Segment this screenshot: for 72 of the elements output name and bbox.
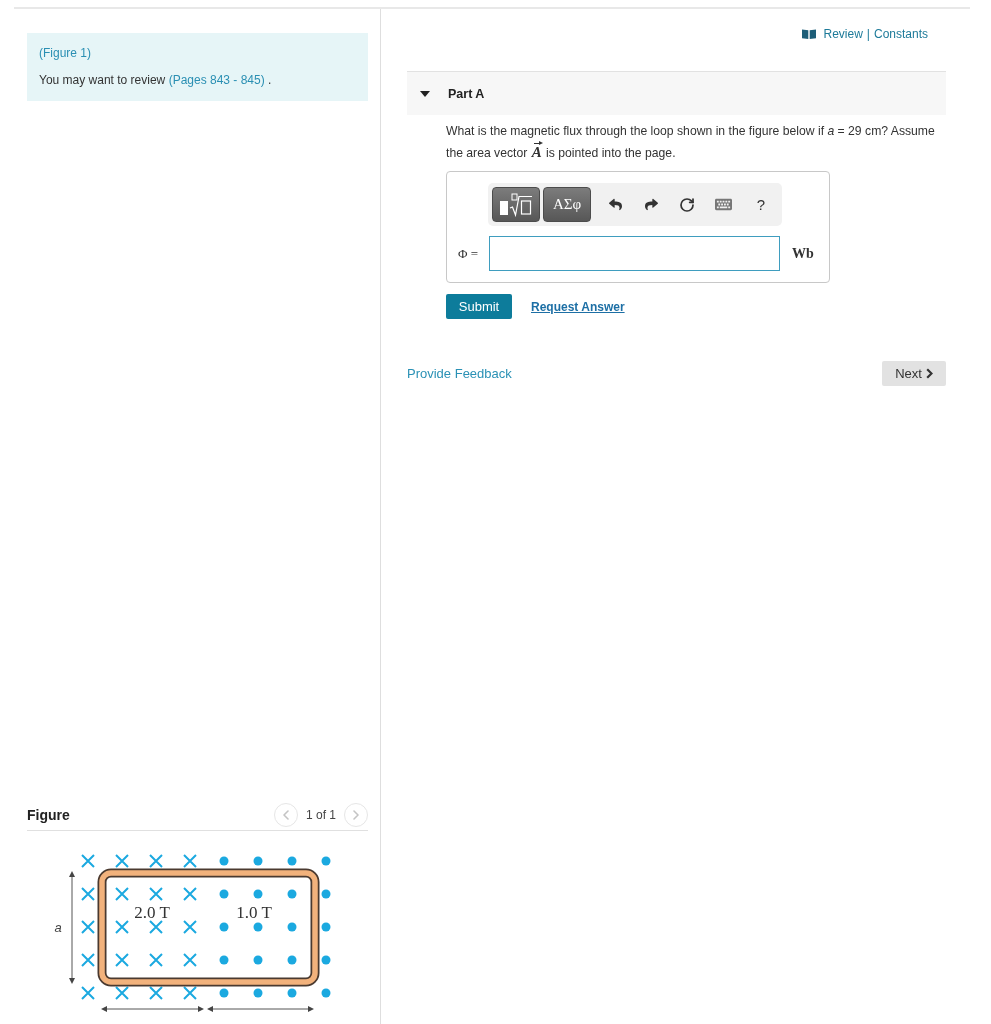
chevron-right-icon bbox=[353, 809, 359, 820]
review-note: You may want to review (Pages 843 - 845) . bbox=[39, 72, 272, 88]
cross-icon bbox=[115, 953, 129, 967]
dot-icon bbox=[287, 955, 297, 965]
figure-link[interactable]: (Figure 1) bbox=[39, 45, 91, 61]
templates-button[interactable] bbox=[492, 187, 540, 222]
dot-icon bbox=[253, 988, 263, 998]
cross-icon bbox=[81, 887, 95, 901]
cross-icon bbox=[81, 920, 95, 934]
request-answer-link[interactable]: Request Answer bbox=[531, 299, 625, 314]
book-icon bbox=[802, 29, 817, 39]
cross-icon bbox=[183, 953, 197, 967]
symbols-button[interactable]: ΑΣφ bbox=[543, 187, 591, 222]
cross-icon bbox=[149, 887, 163, 901]
cross-icon bbox=[115, 854, 129, 868]
figure-title: Figure bbox=[27, 806, 70, 823]
review-link[interactable]: Review bbox=[823, 26, 863, 42]
field-strength-label: 2.0 T bbox=[134, 903, 170, 922]
part-header[interactable]: Part A bbox=[407, 71, 946, 115]
next-button[interactable]: Next bbox=[882, 361, 946, 386]
cross-icon bbox=[183, 986, 197, 1000]
cross-icon bbox=[81, 854, 95, 868]
cross-icon bbox=[115, 920, 129, 934]
dot-icon bbox=[287, 889, 297, 899]
cross-icon bbox=[115, 887, 129, 901]
help-button[interactable]: ? bbox=[741, 187, 781, 222]
dot-icon bbox=[287, 856, 297, 866]
dot-icon bbox=[219, 922, 229, 932]
answer-label: Φ = bbox=[457, 245, 480, 262]
answer-input[interactable] bbox=[489, 236, 780, 271]
dot-icon bbox=[253, 856, 263, 866]
separator-text: | bbox=[866, 26, 870, 42]
reset-icon bbox=[679, 196, 695, 213]
dot-icon bbox=[321, 988, 331, 998]
field-strength-label: 1.0 T bbox=[236, 903, 272, 922]
unit-label: Wb bbox=[792, 245, 814, 262]
cross-icon bbox=[183, 887, 197, 901]
dot-icon bbox=[219, 889, 229, 899]
cross-icon bbox=[81, 953, 95, 967]
dot-icon bbox=[287, 988, 297, 998]
undo-icon bbox=[608, 198, 622, 211]
cross-icon bbox=[115, 986, 129, 1000]
dot-icon bbox=[219, 856, 229, 866]
chevron-right-icon bbox=[925, 368, 933, 379]
dot-icon bbox=[253, 922, 263, 932]
dot-icon bbox=[253, 889, 263, 899]
keyboard-icon bbox=[714, 196, 732, 213]
cross-icon bbox=[149, 854, 163, 868]
cross-icon bbox=[149, 953, 163, 967]
feedback-link[interactable]: Provide Feedback bbox=[407, 366, 512, 381]
cross-icon bbox=[149, 920, 163, 934]
cross-icon bbox=[81, 986, 95, 1000]
page-counter: 1 of 1 bbox=[305, 807, 336, 822]
question-text: What is the magnetic flux through the loop shown in the figure below if a = 29 cm? Assume the area vector A is pointed into the page. bbox=[446, 123, 936, 162]
dot-icon bbox=[321, 856, 331, 866]
dot-icon bbox=[287, 922, 297, 932]
cross-icon bbox=[183, 920, 197, 934]
dot-icon bbox=[219, 988, 229, 998]
chevron-left-icon bbox=[282, 809, 289, 820]
dot-icon bbox=[321, 955, 331, 965]
redo-icon bbox=[644, 198, 658, 211]
cross-icon bbox=[183, 854, 197, 868]
cross-icon bbox=[149, 986, 163, 1000]
pages-link[interactable]: (Pages 843 - 845) bbox=[168, 73, 265, 87]
dot-icon bbox=[321, 889, 331, 899]
template-icon bbox=[499, 192, 533, 217]
dot-icon bbox=[253, 955, 263, 965]
dot-icon bbox=[219, 955, 229, 965]
constants-link[interactable]: Constants bbox=[873, 26, 928, 42]
dot-icon bbox=[321, 922, 331, 932]
dimension-label: a bbox=[54, 920, 62, 935]
submit-button[interactable]: Submit bbox=[446, 294, 512, 319]
